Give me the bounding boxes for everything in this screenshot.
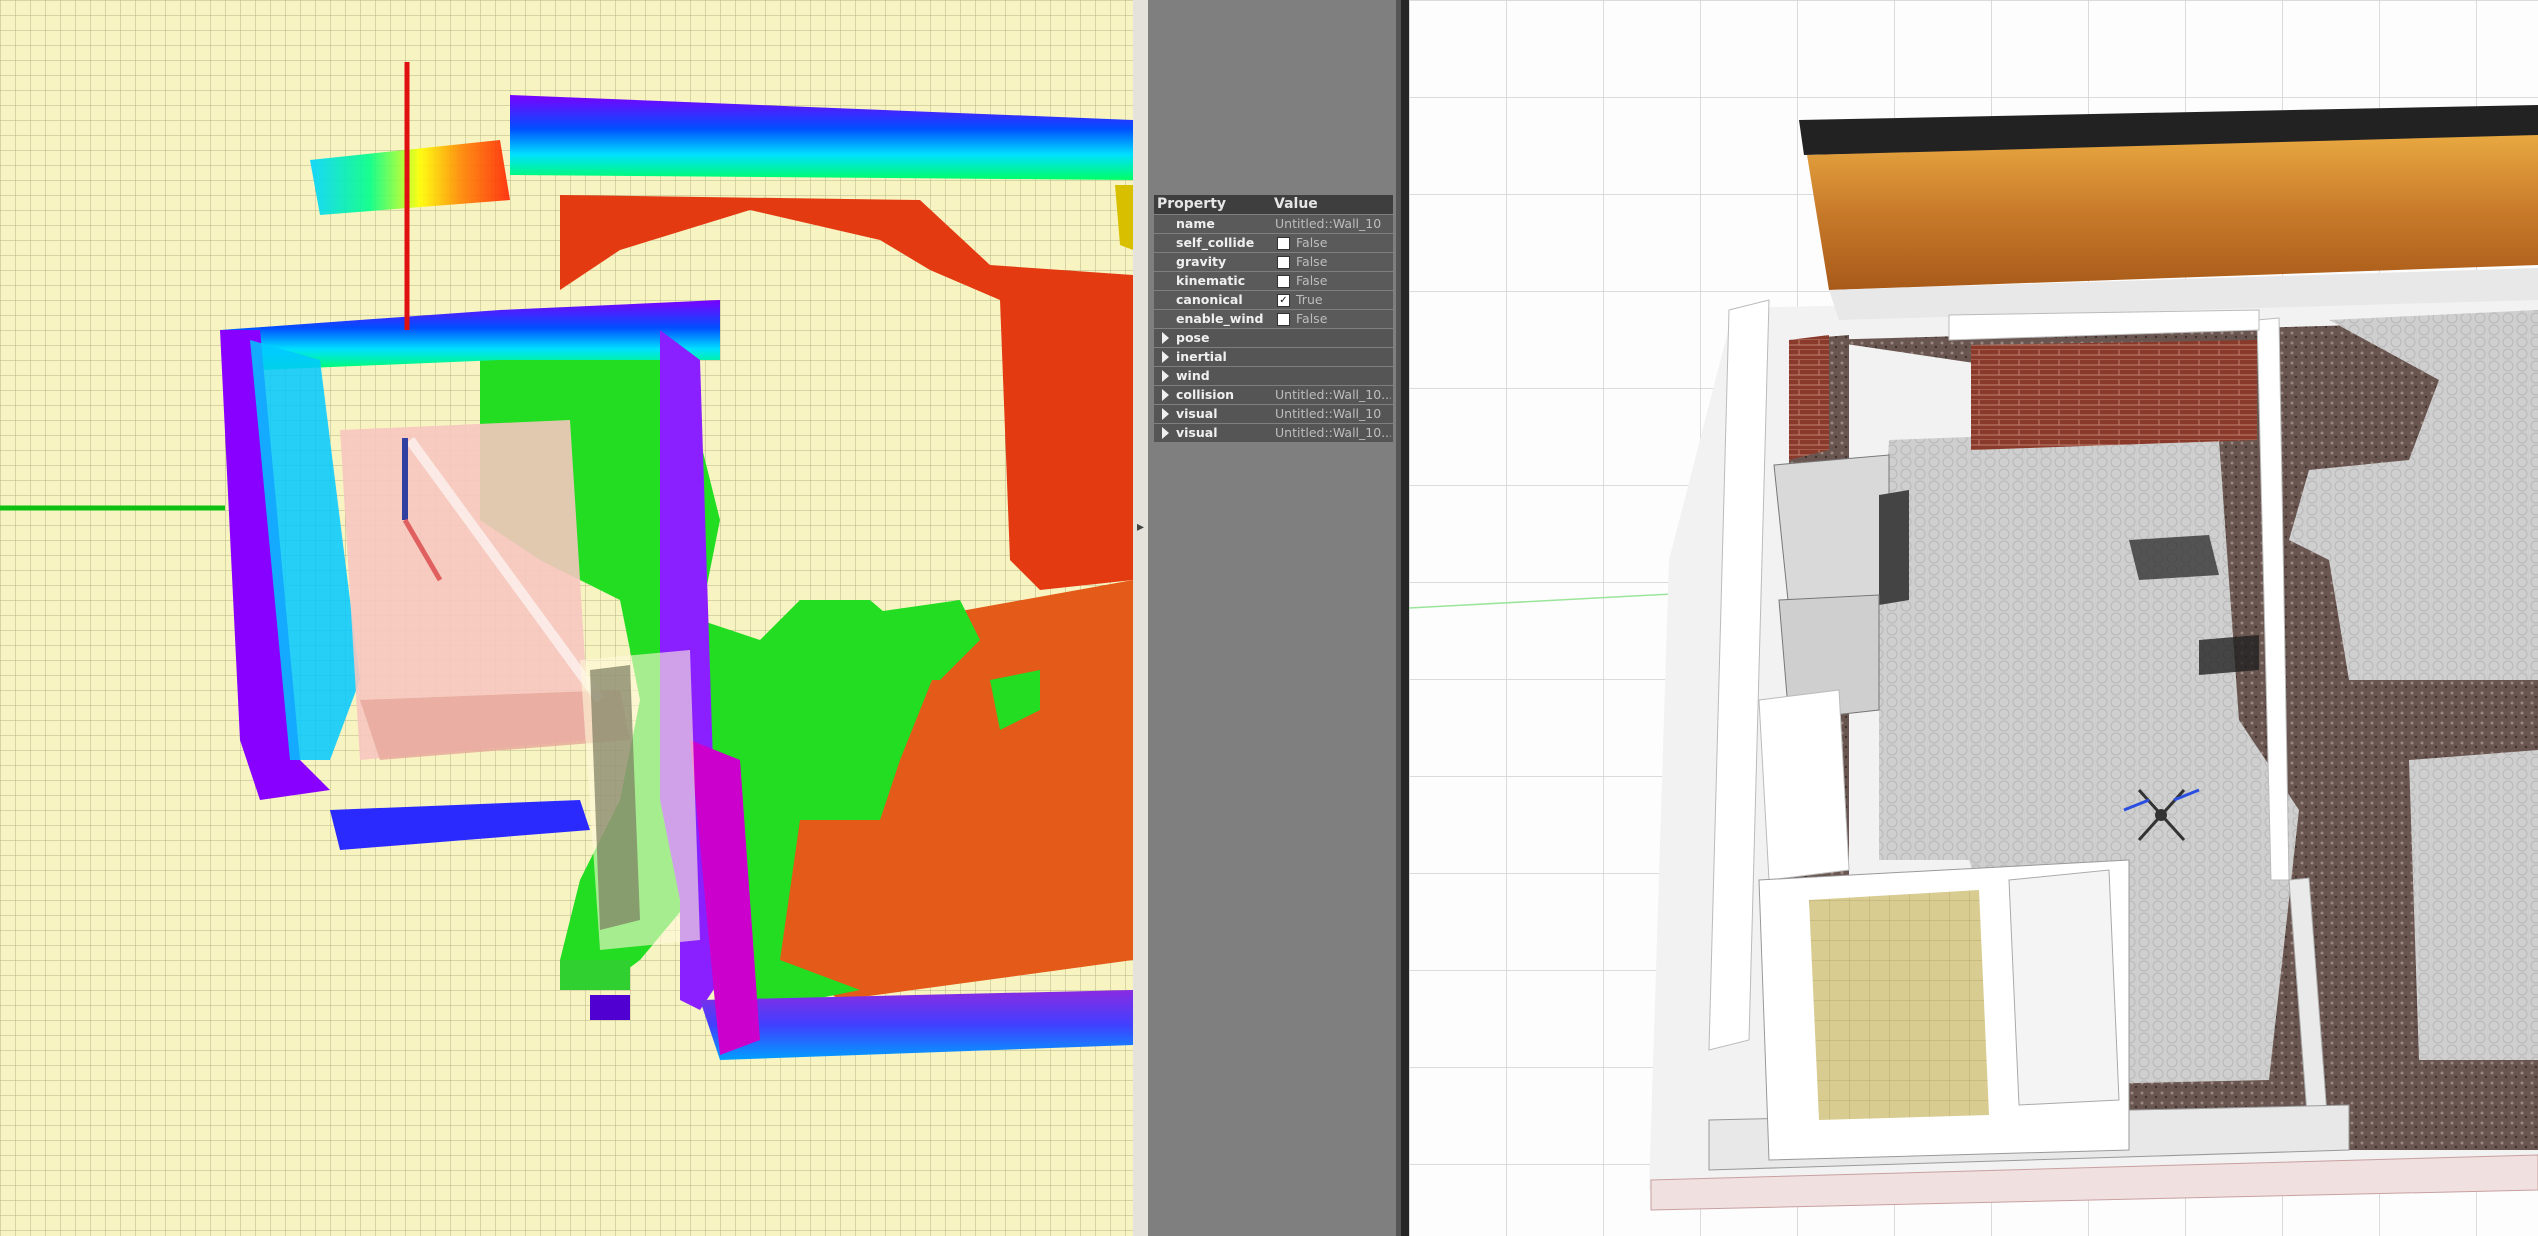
property-key: gravity bbox=[1176, 254, 1227, 269]
property-value: True bbox=[1296, 292, 1323, 307]
stove-appliance bbox=[1773, 454, 1890, 611]
bathroom-tile-floor bbox=[1809, 890, 1989, 1120]
group-value: Untitled::Wall_10... bbox=[1275, 425, 1391, 440]
property-table: Property Value name Untitled::Wall_10 se… bbox=[1154, 195, 1393, 443]
property-group-visual[interactable]: visual Untitled::Wall_10 bbox=[1154, 405, 1393, 423]
property-key: name bbox=[1176, 216, 1215, 231]
collapse-arrow-icon[interactable]: ▸ bbox=[1137, 520, 1144, 534]
brick-wall-left bbox=[1789, 335, 1829, 460]
property-group-visual-2[interactable]: visual Untitled::Wall_10... bbox=[1154, 424, 1393, 442]
property-group-wind[interactable]: wind bbox=[1154, 367, 1393, 385]
left-splitter[interactable] bbox=[1133, 0, 1148, 1236]
property-group-pose[interactable]: pose bbox=[1154, 329, 1393, 347]
simulation-scene-canvas bbox=[1409, 0, 2538, 1236]
wooden-floor bbox=[1807, 135, 2538, 290]
self-collide-checkbox[interactable] bbox=[1277, 237, 1290, 250]
property-column-header: Property bbox=[1157, 196, 1227, 212]
voxel-bit-2 bbox=[590, 995, 630, 1020]
dark-shelf-2 bbox=[2199, 635, 2259, 675]
gravity-checkbox[interactable] bbox=[1277, 256, 1290, 269]
expand-arrow-icon[interactable] bbox=[1162, 351, 1169, 363]
property-key: enable_wind bbox=[1176, 311, 1264, 326]
property-row-gravity[interactable]: gravity False bbox=[1154, 253, 1393, 271]
group-label: visual bbox=[1176, 425, 1218, 440]
group-label: wind bbox=[1176, 368, 1210, 383]
property-value[interactable]: Untitled::Wall_10 bbox=[1275, 216, 1391, 231]
expand-arrow-icon[interactable] bbox=[1162, 408, 1169, 420]
group-label: inertial bbox=[1176, 349, 1227, 364]
hex-tile-floor-3 bbox=[2409, 750, 2538, 1060]
property-table-header: Property Value bbox=[1154, 195, 1393, 214]
value-column-header: Value bbox=[1274, 196, 1318, 212]
counter bbox=[1758, 689, 1850, 881]
group-label: pose bbox=[1176, 330, 1210, 345]
right-splitter[interactable] bbox=[1401, 0, 1409, 1236]
expand-arrow-icon[interactable] bbox=[1162, 370, 1169, 382]
property-row-kinematic[interactable]: kinematic False bbox=[1154, 272, 1393, 290]
group-value: Untitled::Wall_10 bbox=[1275, 406, 1382, 421]
kinematic-checkbox[interactable] bbox=[1277, 275, 1290, 288]
brick-wall bbox=[1971, 340, 2257, 450]
expand-arrow-icon[interactable] bbox=[1162, 332, 1169, 344]
property-key: canonical bbox=[1176, 292, 1243, 307]
voxel-bit bbox=[560, 960, 630, 990]
property-value: False bbox=[1296, 311, 1328, 326]
group-label: collision bbox=[1176, 387, 1235, 402]
group-value: Untitled::Wall_10... bbox=[1275, 387, 1391, 402]
enable-wind-checkbox[interactable] bbox=[1277, 313, 1290, 326]
property-row-name[interactable]: name Untitled::Wall_10 bbox=[1154, 215, 1393, 233]
property-value: False bbox=[1296, 273, 1328, 288]
dark-shelf bbox=[2129, 535, 2219, 580]
group-label: visual bbox=[1176, 406, 1218, 421]
canonical-checkbox[interactable]: ✓ bbox=[1277, 294, 1290, 307]
expand-arrow-icon[interactable] bbox=[1162, 389, 1169, 401]
property-value: False bbox=[1296, 235, 1328, 250]
property-row-canonical[interactable]: canonical ✓ True bbox=[1154, 291, 1393, 309]
property-panel bbox=[1148, 0, 1401, 1236]
gazebo-3d-viewport[interactable] bbox=[1409, 0, 2538, 1236]
property-row-enable-wind[interactable]: enable_wind False bbox=[1154, 310, 1393, 328]
property-key: kinematic bbox=[1176, 273, 1246, 288]
voxel-map-canvas bbox=[0, 0, 1133, 1236]
bathtub bbox=[2008, 869, 2120, 1106]
property-row-self-collide[interactable]: self_collide False bbox=[1154, 234, 1393, 252]
oven-door bbox=[1879, 490, 1909, 605]
rviz-3d-viewport[interactable] bbox=[0, 0, 1133, 1236]
property-group-collision[interactable]: collision Untitled::Wall_10... bbox=[1154, 386, 1393, 404]
property-value: False bbox=[1296, 254, 1328, 269]
expand-arrow-icon[interactable] bbox=[1162, 427, 1169, 439]
property-key: self_collide bbox=[1176, 235, 1255, 250]
property-group-inertial[interactable]: inertial bbox=[1154, 348, 1393, 366]
